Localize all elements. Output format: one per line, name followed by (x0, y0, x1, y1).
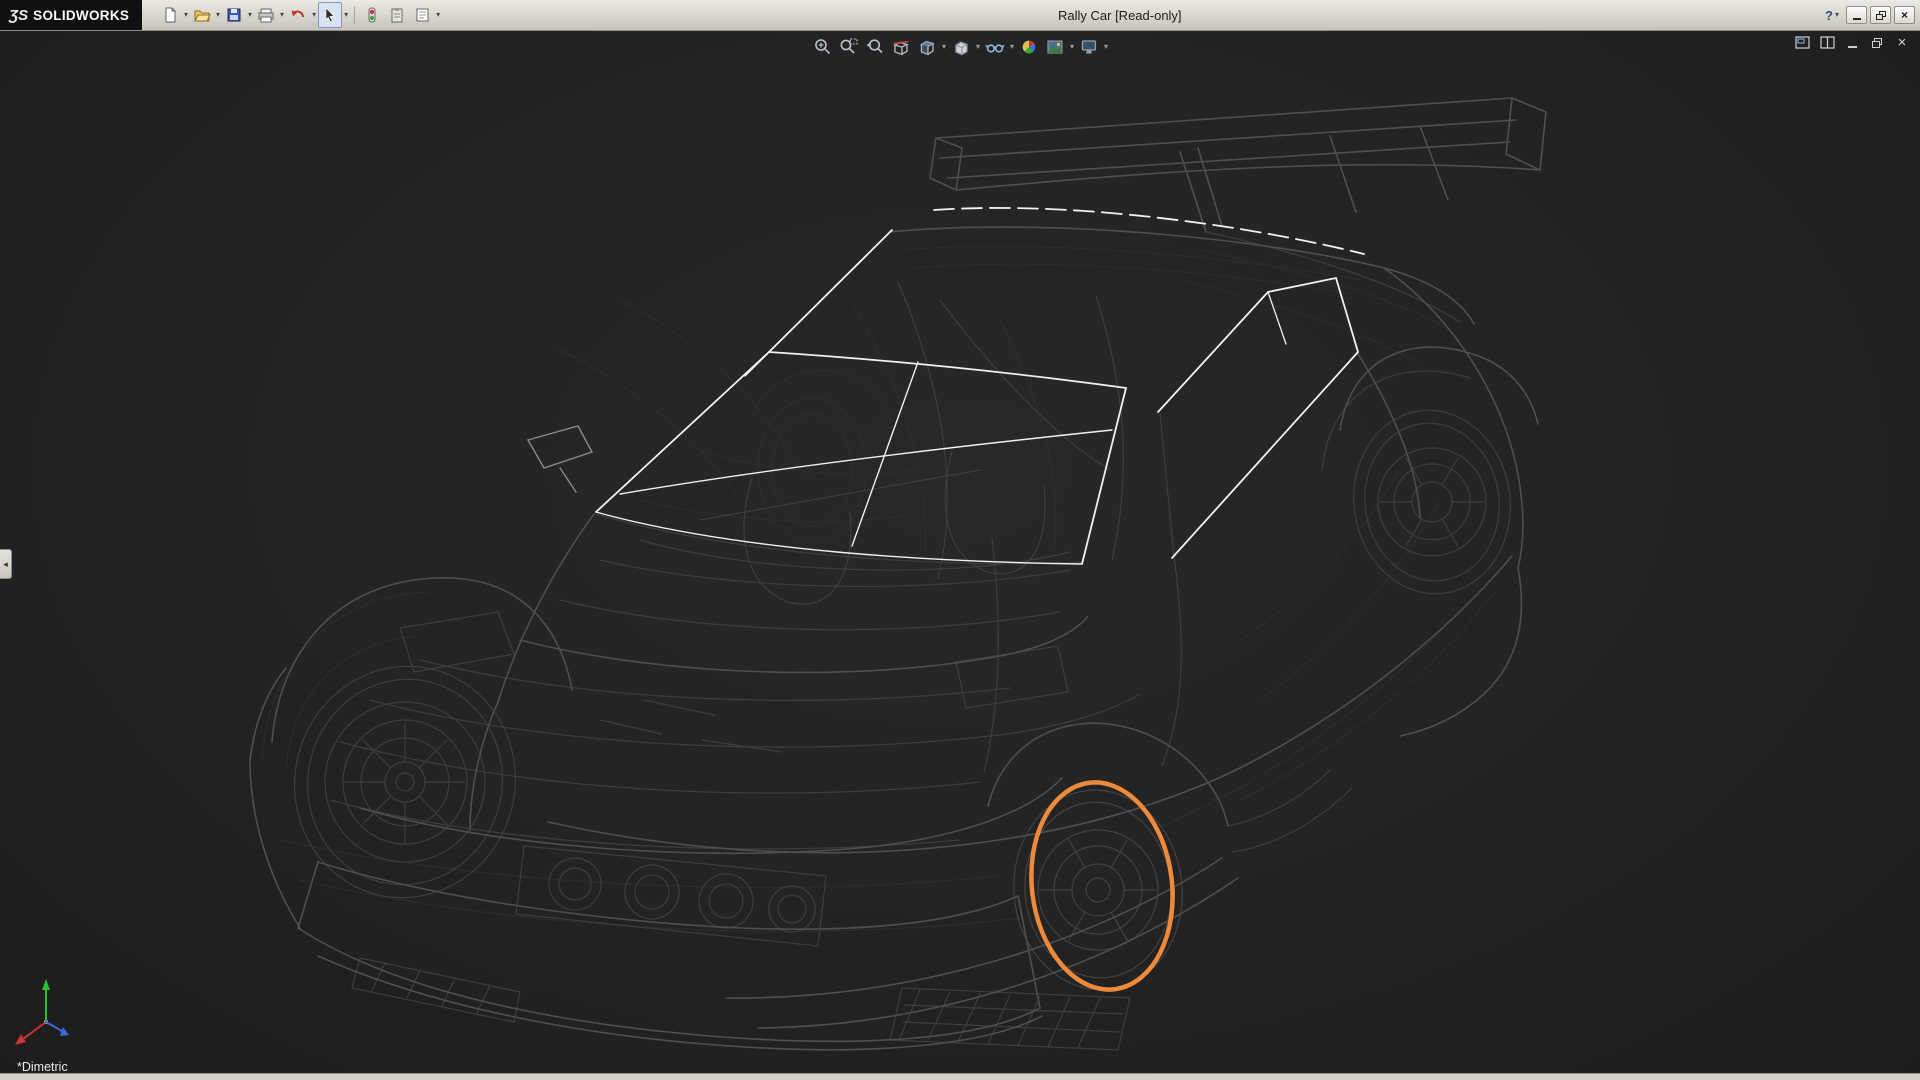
zoom-to-fit-button[interactable] (812, 36, 834, 58)
apply-scene-button[interactable] (1044, 36, 1066, 58)
fullscreen-toggle-button[interactable] (1794, 35, 1810, 50)
graphics-viewport[interactable]: ▾ ▾ ▾ ▾ ▾ × ◂ (0, 30, 1920, 1074)
edit-color-button[interactable] (385, 2, 409, 28)
document-title: Rally Car [Read-only] (1058, 8, 1182, 23)
print-caret[interactable]: ▾ (279, 11, 285, 19)
minimize-button[interactable] (1846, 6, 1867, 24)
options-sheet-icon (413, 6, 431, 24)
view-settings-caret[interactable]: ▾ (1104, 43, 1108, 51)
wireframe-car (15, 98, 1546, 1050)
fullscreen-icon (1795, 36, 1810, 49)
view-orientation-caret[interactable]: ▾ (942, 43, 946, 51)
body-panel-lines (330, 232, 1470, 1050)
hide-show-items-button[interactable] (984, 36, 1006, 58)
collapse-arrow-icon: ◂ (3, 560, 8, 569)
status-bar (0, 1073, 1920, 1080)
document-minimize-button[interactable] (1844, 35, 1860, 50)
highlighted-edges (596, 208, 1364, 564)
appearance-ball-icon (1019, 37, 1039, 57)
display-style-caret[interactable]: ▾ (976, 43, 980, 51)
document-close-icon: × (1898, 35, 1907, 50)
new-document-icon (161, 6, 179, 24)
document-restore-button[interactable] (1869, 35, 1885, 50)
title-bar: ƷS SOLIDWORKS ▾ ▾ ▾ ▾ ▾ ▾ (0, 0, 1920, 31)
help-icon: ? (1825, 8, 1833, 23)
open-folder-icon (193, 6, 211, 24)
help-caret[interactable]: ▾ (1834, 11, 1840, 19)
print-button[interactable] (254, 2, 278, 28)
save-caret[interactable]: ▾ (247, 11, 253, 19)
display-style-cube-icon (951, 37, 971, 57)
display-style-button[interactable] (950, 36, 972, 58)
edit-appearance-button[interactable] (1018, 36, 1040, 58)
hide-show-items-caret[interactable]: ▾ (1010, 43, 1014, 51)
document-minimize-icon (1848, 46, 1857, 48)
rebuild-stoplight-icon (363, 6, 381, 24)
brand-name: SOLIDWORKS (33, 8, 129, 23)
rear-right-wheel (1342, 400, 1522, 604)
view-settings-button[interactable] (1078, 36, 1100, 58)
options-caret[interactable]: ▾ (435, 11, 441, 19)
save-button[interactable] (222, 2, 246, 28)
rebuild-button[interactable] (360, 2, 384, 28)
clipboard-icon (388, 6, 406, 24)
front-left-wheel (270, 643, 540, 921)
wireframe-car-canvas[interactable] (0, 30, 1920, 1074)
split-view-icon (1820, 36, 1835, 49)
open-document-button[interactable] (190, 2, 214, 28)
select-tool-button[interactable] (318, 2, 342, 28)
undo-button[interactable] (286, 2, 310, 28)
split-view-button[interactable] (1819, 35, 1835, 50)
save-floppy-icon (225, 6, 243, 24)
toolbar-separator (354, 6, 355, 24)
minimize-icon (1853, 18, 1861, 20)
zoom-to-fit-icon (813, 37, 833, 57)
monitor-icon (1079, 37, 1099, 57)
section-view-button[interactable] (890, 36, 912, 58)
feature-manager-collapse-tab[interactable]: ◂ (0, 549, 12, 579)
open-document-caret[interactable]: ▾ (215, 11, 221, 19)
triad-x-axis (23, 1022, 46, 1039)
close-icon: × (1901, 9, 1908, 21)
select-tool-caret[interactable]: ▾ (343, 11, 349, 19)
apply-scene-caret[interactable]: ▾ (1070, 43, 1074, 51)
new-document-button[interactable] (158, 2, 182, 28)
printer-icon (257, 6, 275, 24)
triad-z-axis (46, 1022, 62, 1031)
undo-arrow-icon (289, 6, 307, 24)
reference-triad (15, 979, 69, 1045)
zoom-to-area-icon (839, 37, 859, 57)
restore-icon (1876, 11, 1886, 20)
side-mirror (528, 426, 592, 492)
heads-up-view-toolbar: ▾ ▾ ▾ ▾ ▾ (812, 36, 1108, 58)
document-window-controls: × (1794, 35, 1910, 50)
view-orientation-button[interactable] (916, 36, 938, 58)
section-view-icon (891, 37, 911, 57)
previous-view-icon (865, 37, 885, 57)
options-button[interactable] (410, 2, 434, 28)
help-button[interactable]: ? ▾ (1822, 4, 1843, 26)
standard-toolbar: ▾ ▾ ▾ ▾ ▾ ▾ ▾ (158, 0, 441, 30)
close-button[interactable]: × (1894, 6, 1915, 24)
view-orientation-label: *Dimetric (17, 1060, 68, 1074)
document-restore-icon (1872, 38, 1882, 48)
select-cursor-icon (321, 6, 339, 24)
view-orientation-cube-icon (917, 37, 937, 57)
dassault-logo-icon: ƷS (9, 7, 28, 24)
eyeglasses-icon (985, 37, 1005, 57)
undo-caret[interactable]: ▾ (311, 11, 317, 19)
restore-button[interactable] (1870, 6, 1891, 24)
previous-view-button[interactable] (864, 36, 886, 58)
solidworks-logo: ƷS SOLIDWORKS (0, 0, 142, 30)
titlebar-controls: ? ▾ × (1822, 0, 1915, 30)
document-close-button[interactable]: × (1894, 35, 1910, 50)
zoom-to-area-button[interactable] (838, 36, 860, 58)
new-document-caret[interactable]: ▾ (183, 11, 189, 19)
scene-photo-icon (1045, 37, 1065, 57)
